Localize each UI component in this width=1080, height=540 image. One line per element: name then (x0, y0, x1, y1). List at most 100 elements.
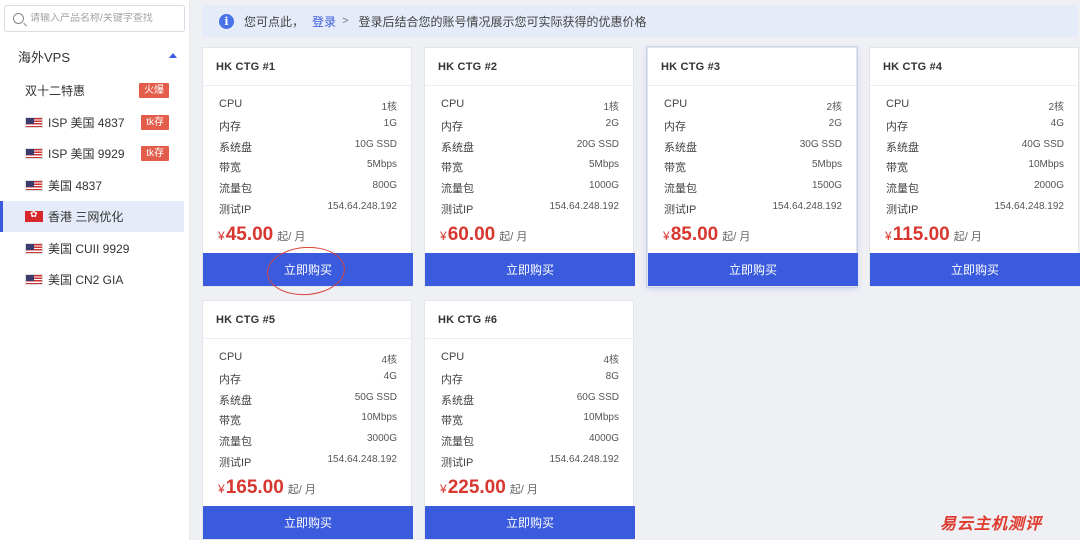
spec-value: 154.64.248.192 (772, 201, 842, 212)
spec-label: CPU (664, 98, 688, 110)
spec-label: 内存 (664, 121, 686, 133)
spec-label: 测试IP (886, 204, 919, 216)
price-unit: 起/ 月 (287, 484, 316, 496)
spec-value: 4000G (588, 433, 619, 444)
product-title: HK CTG #4 (883, 61, 943, 73)
buy-now-button[interactable]: 立即购买 (425, 506, 635, 539)
caret-up-icon[interactable] (169, 53, 177, 58)
spec-value: 8G (605, 371, 619, 382)
spec-value: 40G SSD (1021, 139, 1064, 150)
sidebar-item-double12[interactable]: 双十二特惠 火爆 (3, 75, 184, 106)
spec-value: 154.64.248.192 (549, 454, 619, 465)
spec-row: 系统盘 50G SSD (219, 392, 397, 407)
spec-label: 测试IP (664, 204, 697, 216)
spec-label: 测试IP (219, 204, 252, 216)
price-amount: 60.00 (447, 224, 496, 245)
spec-row: 测试IP 154.64.248.192 (219, 454, 397, 469)
sidebar: 海外VPS 双十二特惠 火爆 ISP 美国 4837 tk存 ISP 美国 99… (0, 0, 190, 540)
us-flag-icon (25, 117, 43, 128)
currency-symbol: ¥ (440, 229, 447, 243)
chevron-right-icon: > (342, 15, 349, 27)
sidebar-item-label: ISP 美国 4837 (48, 116, 125, 130)
product-title: HK CTG #1 (216, 61, 276, 73)
spec-label: 测试IP (441, 204, 474, 216)
search-input[interactable] (30, 13, 180, 24)
divider (203, 338, 411, 339)
buy-now-button[interactable]: 立即购买 (870, 253, 1080, 286)
sidebar-item-us-4837[interactable]: 美国 4837 (3, 170, 184, 201)
spec-label: 流量包 (664, 183, 697, 195)
spec-value: 5Mbps (366, 159, 397, 170)
spec-row: 测试IP 154.64.248.192 (219, 201, 397, 216)
spec-value: 2核 (826, 102, 842, 113)
sidebar-item-hk-optimized[interactable]: 香港 三网优化 (0, 201, 184, 232)
price-unit: 起/ 月 (953, 231, 982, 243)
spec-row: 测试IP 154.64.248.192 (441, 201, 619, 216)
spec-label: 流量包 (219, 183, 252, 195)
spec-label: 内存 (441, 374, 463, 386)
search-box[interactable] (4, 5, 185, 32)
spec-label: CPU (441, 98, 465, 110)
login-link[interactable]: 登录 (312, 13, 336, 30)
spec-value: 2G (605, 118, 619, 129)
spec-label: 系统盘 (441, 142, 474, 154)
spec-row: 带宽 5Mbps (664, 159, 842, 174)
login-notice: i 您可点此， 登录 > 登录后结合您的账号情况展示您可实际获得的优惠价格 (202, 5, 1078, 37)
divider (425, 85, 633, 86)
price: ¥85.00 起/ 月 (663, 224, 750, 246)
sidebar-group-overseas-vps[interactable]: 海外VPS (0, 40, 190, 72)
sidebar-item-isp-us-9929[interactable]: ISP 美国 9929 tk存 (3, 138, 184, 169)
sidebar-item-isp-us-4837[interactable]: ISP 美国 4837 tk存 (3, 107, 184, 138)
hot-badge: 火爆 (139, 83, 169, 98)
price: ¥225.00 起/ 月 (440, 477, 538, 499)
spec-row: 系统盘 60G SSD (441, 392, 619, 407)
currency-symbol: ¥ (885, 229, 892, 243)
hk-flag-icon (25, 209, 43, 222)
spec-label: 内存 (441, 121, 463, 133)
spec-row: 流量包 4000G (441, 433, 619, 448)
spec-row: 带宽 10Mbps (441, 412, 619, 427)
product-title: HK CTG #5 (216, 314, 276, 326)
spec-value: 3000G (366, 433, 397, 444)
price-amount: 165.00 (225, 477, 284, 498)
product-title: HK CTG #6 (438, 314, 498, 326)
sidebar-group-label: 海外VPS (18, 49, 71, 65)
spec-value: 154.64.248.192 (994, 201, 1064, 212)
spec-label: CPU (441, 351, 465, 363)
spec-row: 测试IP 154.64.248.192 (664, 201, 842, 216)
spec-label: 带宽 (886, 162, 908, 174)
product-card: HK CTG #5 CPU 4核 内存 4G 系统盘 50G SSD 带宽 10Mbps 流量包 3… (202, 300, 413, 540)
sidebar-item-label: 双十二特惠 (25, 84, 86, 98)
spec-value: 30G SSD (799, 139, 842, 150)
spec-label: 带宽 (441, 415, 463, 427)
divider (648, 85, 856, 86)
product-card: HK CTG #3 CPU 2核 内存 2G 系统盘 30G SSD 带宽 5Mbps 流量包 15… (647, 47, 858, 287)
buy-now-button[interactable]: 立即购买 (203, 253, 413, 286)
spec-label: CPU (219, 351, 243, 363)
sidebar-item-label: 美国 4837 (48, 179, 103, 193)
spec-row: 带宽 10Mbps (219, 412, 397, 427)
buy-now-button[interactable]: 立即购买 (425, 253, 635, 286)
us-flag-icon (25, 148, 43, 159)
spec-value: 2000G (1033, 180, 1064, 191)
price: ¥165.00 起/ 月 (218, 477, 316, 499)
buy-now-button[interactable]: 立即购买 (203, 506, 413, 539)
spec-value: 50G SSD (354, 392, 397, 403)
sidebar-item-us-cn2-gia[interactable]: 美国 CN2 GIA (3, 264, 184, 295)
price-unit: 起/ 月 (277, 231, 306, 243)
price-amount: 85.00 (670, 224, 719, 245)
spec-row: 内存 1G (219, 118, 397, 133)
product-card: HK CTG #6 CPU 4核 内存 8G 系统盘 60G SSD 带宽 10Mbps 流量包 4… (424, 300, 635, 540)
spec-row: 流量包 3000G (219, 433, 397, 448)
sidebar-item-label: ISP 美国 9929 (48, 147, 125, 161)
watermark: 易云主机测评 (940, 514, 1043, 533)
spec-row: 带宽 5Mbps (441, 159, 619, 174)
spec-label: 流量包 (441, 436, 474, 448)
spec-value: 5Mbps (588, 159, 619, 170)
sidebar-item-us-cuii-9929[interactable]: 美国 CUII 9929 (3, 233, 184, 264)
buy-now-button[interactable]: 立即购买 (648, 253, 858, 286)
spec-row: 内存 2G (664, 118, 842, 133)
spec-row: 内存 2G (441, 118, 619, 133)
price: ¥115.00 起/ 月 (885, 224, 982, 246)
us-flag-icon (25, 274, 43, 285)
